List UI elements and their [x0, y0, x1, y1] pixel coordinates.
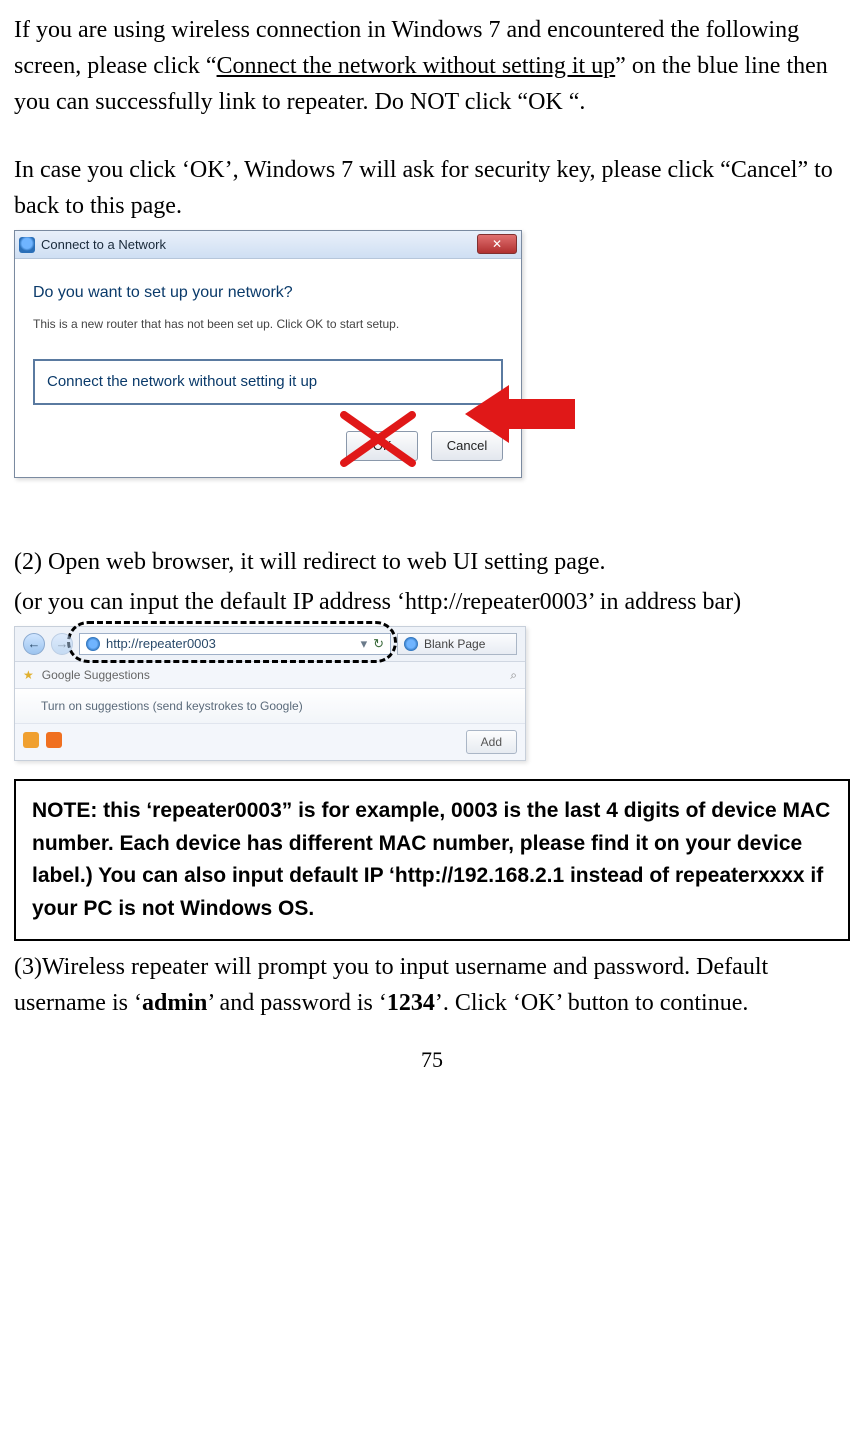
- note-box: NOTE: this ‘repeater0003” is for example…: [14, 779, 850, 941]
- step3-b: ’ and password is ‘: [207, 990, 387, 1016]
- ie-tab-icon: [404, 637, 418, 651]
- tab-label: Blank Page: [424, 635, 485, 653]
- connect-network-dialog: Connect to a Network ✕ Do you want to se…: [14, 230, 522, 478]
- close-button[interactable]: ✕: [477, 234, 517, 254]
- browser-screenshot: ← → http://repeater0003 ▾ ↻ Blank Page ★…: [14, 626, 526, 761]
- step-2-line-2: (or you can input the default IP address…: [14, 584, 850, 620]
- dialog-title: Connect to a Network: [41, 235, 166, 255]
- suggestion-line[interactable]: Turn on suggestions (send keystrokes to …: [15, 689, 525, 724]
- intro-paragraph-2: In case you click ‘OK’, Windows 7 will a…: [14, 152, 850, 224]
- dialog-subtext: This is a new router that has not been s…: [33, 317, 503, 333]
- dropdown-icon[interactable]: ▾: [361, 634, 368, 654]
- address-bar[interactable]: http://repeater0003 ▾ ↻: [79, 633, 391, 655]
- nav-back-button[interactable]: ←: [23, 633, 45, 655]
- connect-link-inline: Connect the network without setting it u…: [217, 53, 616, 79]
- search-icon[interactable]: ⌕: [510, 666, 517, 684]
- step-3-paragraph: (3)Wireless repeater will prompt you to …: [14, 949, 850, 1021]
- ie-icon: [86, 637, 100, 651]
- provider-icon-2: [46, 732, 62, 748]
- add-button[interactable]: Add: [466, 730, 517, 754]
- browser-tab[interactable]: Blank Page: [397, 633, 517, 655]
- connect-without-setup-link[interactable]: Connect the network without setting it u…: [33, 359, 503, 406]
- cancel-button[interactable]: Cancel: [431, 431, 503, 461]
- default-username: admin: [142, 990, 207, 1016]
- page-number: 75: [14, 1043, 850, 1076]
- nav-forward-button[interactable]: →: [51, 633, 73, 655]
- step-2-line-1: (2) Open web browser, it will redirect t…: [14, 544, 850, 580]
- address-url: http://repeater0003: [106, 634, 216, 654]
- dialog-heading: Do you want to set up your network?: [33, 281, 503, 305]
- network-icon: [19, 237, 35, 253]
- favorites-star-icon[interactable]: ★: [23, 666, 34, 684]
- ok-button[interactable]: OK: [346, 431, 418, 461]
- provider-icon-1: [23, 732, 39, 748]
- refresh-icon[interactable]: ↻: [373, 634, 384, 654]
- step3-c: ’. Click ‘OK’ button to continue.: [435, 990, 749, 1016]
- dialog-titlebar: Connect to a Network ✕: [15, 231, 521, 259]
- default-password: 1234: [387, 990, 435, 1016]
- suggestions-header: Google Suggestions: [42, 666, 150, 684]
- intro-paragraph-1: If you are using wireless connection in …: [14, 12, 850, 120]
